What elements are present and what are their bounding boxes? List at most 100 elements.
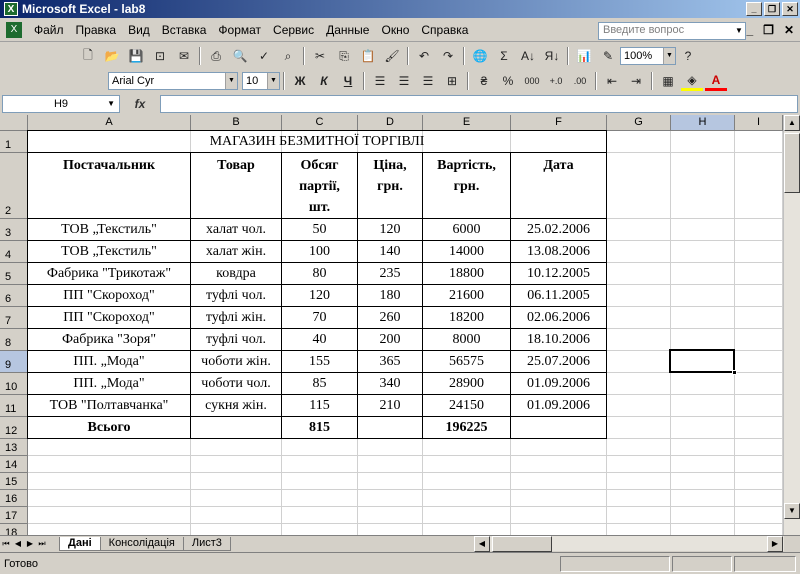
worksheet-grid[interactable]: A B C D E F G H I 1 2 3 4 5 6 7 8 9 10 11 12 13 14 15 16 17 18 МАГА… [0,115,800,535]
table-cell[interactable]: 50 [282,219,357,240]
column-header-a[interactable]: A [28,115,191,131]
sort-desc-icon[interactable]: Я↓ [541,46,563,66]
table-cell[interactable]: 25.02.2006 [511,219,606,240]
save-icon[interactable]: 💾 [125,46,147,66]
table-cell[interactable]: 85 [282,373,357,394]
column-header-e[interactable]: E [423,115,511,131]
table-cell[interactable]: сукня жін. [191,395,281,416]
sort-asc-icon[interactable]: A↓ [517,46,539,66]
table-cell[interactable]: Фабрика "Трикотаж" [28,263,190,284]
table-cell[interactable]: ТОВ „Текстиль" [28,241,190,262]
row-header-13[interactable]: 13 [0,439,28,456]
table-cell[interactable]: туфлі чол. [191,329,281,350]
autosum-icon[interactable]: Σ [493,46,515,66]
table-cell[interactable]: 18.10.2006 [511,329,606,350]
row-header-8[interactable]: 8 [0,329,28,351]
format-painter-icon[interactable]: 🖌 [381,46,403,66]
currency-icon[interactable]: ₴ [473,71,495,91]
first-sheet-icon[interactable]: ⏮ [0,539,12,549]
open-icon[interactable]: 📂 [101,46,123,66]
row-header-2[interactable]: 2 [0,153,28,219]
table-cell[interactable]: ТОВ „Текстиль" [28,219,190,240]
decrease-decimal-icon[interactable]: .00 [569,71,591,91]
table-cell[interactable]: 260 [358,307,422,328]
name-box[interactable]: H9 ▼ [2,95,120,113]
menu-insert[interactable]: Вставка [156,23,213,37]
print-icon[interactable]: ⎙ [205,46,227,66]
sheet-title-cell[interactable]: МАГАЗИН БЕЗМИТНОЇ ТОРГІВЛІ [28,131,606,152]
row-header-11[interactable]: 11 [0,395,28,417]
menu-tools[interactable]: Сервис [267,23,320,37]
increase-indent-icon[interactable]: ⇥ [625,71,647,91]
table-cell[interactable]: ПП "Скороход" [28,285,190,306]
table-cell[interactable]: 01.09.2006 [511,395,606,416]
column-header-i[interactable]: I [735,115,783,131]
underline-button[interactable]: Ч [337,71,359,91]
table-cell[interactable]: ПП "Скороход" [28,307,190,328]
drawing-icon[interactable]: ✎ [597,46,619,66]
merge-center-icon[interactable]: ⊞ [441,71,463,91]
row-header-7[interactable]: 7 [0,307,28,329]
doc-close-icon[interactable]: ✕ [784,23,794,37]
paste-icon[interactable]: 📋 [357,46,379,66]
row-header-18[interactable]: 18 [0,524,28,535]
help-question-input[interactable]: Введите вопрос [598,22,746,40]
font-color-icon[interactable]: A [705,71,727,91]
scroll-up-icon[interactable]: ▲ [784,115,800,131]
table-cell[interactable]: 365 [358,351,422,372]
total-cell[interactable]: Всього [28,417,190,438]
horizontal-scroll-thumb[interactable] [492,536,552,552]
table-cell[interactable]: 235 [358,263,422,284]
bold-button[interactable]: Ж [289,71,311,91]
table-cell[interactable]: ПП. „Мода" [28,351,190,372]
fill-handle[interactable] [732,370,737,375]
table-cell[interactable]: 180 [358,285,422,306]
row-header-17[interactable]: 17 [0,507,28,524]
maximize-button[interactable]: ❐ [764,2,780,16]
thousands-button[interactable]: 000 [521,71,543,91]
borders-icon[interactable]: ▦ [657,71,679,91]
scroll-right-icon[interactable]: ▶ [767,536,783,552]
cut-icon[interactable]: ✂ [309,46,331,66]
formula-input[interactable] [160,95,798,113]
row-header-6[interactable]: 6 [0,285,28,307]
table-cell[interactable]: чоботи чол. [191,373,281,394]
close-button[interactable]: ✕ [782,2,798,16]
spelling-icon[interactable]: ✓ [253,46,275,66]
new-icon[interactable]: 🗋 [77,46,99,66]
table-cell[interactable]: 120 [282,285,357,306]
next-sheet-icon[interactable]: ▶ [24,539,36,548]
help-icon[interactable]: ? [677,46,699,66]
workbook-icon[interactable]: X [6,21,22,38]
horizontal-scrollbar[interactable]: ◀ ▶ [474,536,784,552]
scroll-down-icon[interactable]: ▼ [784,503,800,519]
menu-window[interactable]: Окно [375,23,415,37]
row-header-5[interactable]: 5 [0,263,28,285]
vertical-scroll-thumb[interactable] [784,133,800,193]
table-cell[interactable]: чоботи жін. [191,351,281,372]
table-cell[interactable]: туфлі чол. [191,285,281,306]
menu-data[interactable]: Данные [320,23,375,37]
table-cell[interactable]: 40 [282,329,357,350]
email-icon[interactable]: ✉ [173,46,195,66]
column-title-cell[interactable]: Дата [511,153,606,218]
table-cell[interactable]: 56575 [423,351,510,372]
column-header-g[interactable]: G [607,115,671,131]
redo-icon[interactable]: ↷ [437,46,459,66]
size-dropdown-icon[interactable]: ▼ [267,73,279,89]
table-cell[interactable]: 210 [358,395,422,416]
align-right-icon[interactable]: ☰ [417,71,439,91]
font-size-select[interactable]: 10 ▼ [242,72,280,90]
table-cell[interactable]: 6000 [423,219,510,240]
column-header-b[interactable]: B [191,115,282,131]
row-header-3[interactable]: 3 [0,219,28,241]
menu-edit[interactable]: Правка [70,23,123,37]
menu-format[interactable]: Формат [212,23,267,37]
table-cell[interactable]: 200 [358,329,422,350]
copy-icon[interactable]: ⎘ [333,46,355,66]
table-cell[interactable]: халат жін. [191,241,281,262]
total-cell[interactable] [511,417,606,438]
column-header-h[interactable]: H [671,115,735,131]
menu-view[interactable]: Вид [122,23,156,37]
table-cell[interactable]: 21600 [423,285,510,306]
